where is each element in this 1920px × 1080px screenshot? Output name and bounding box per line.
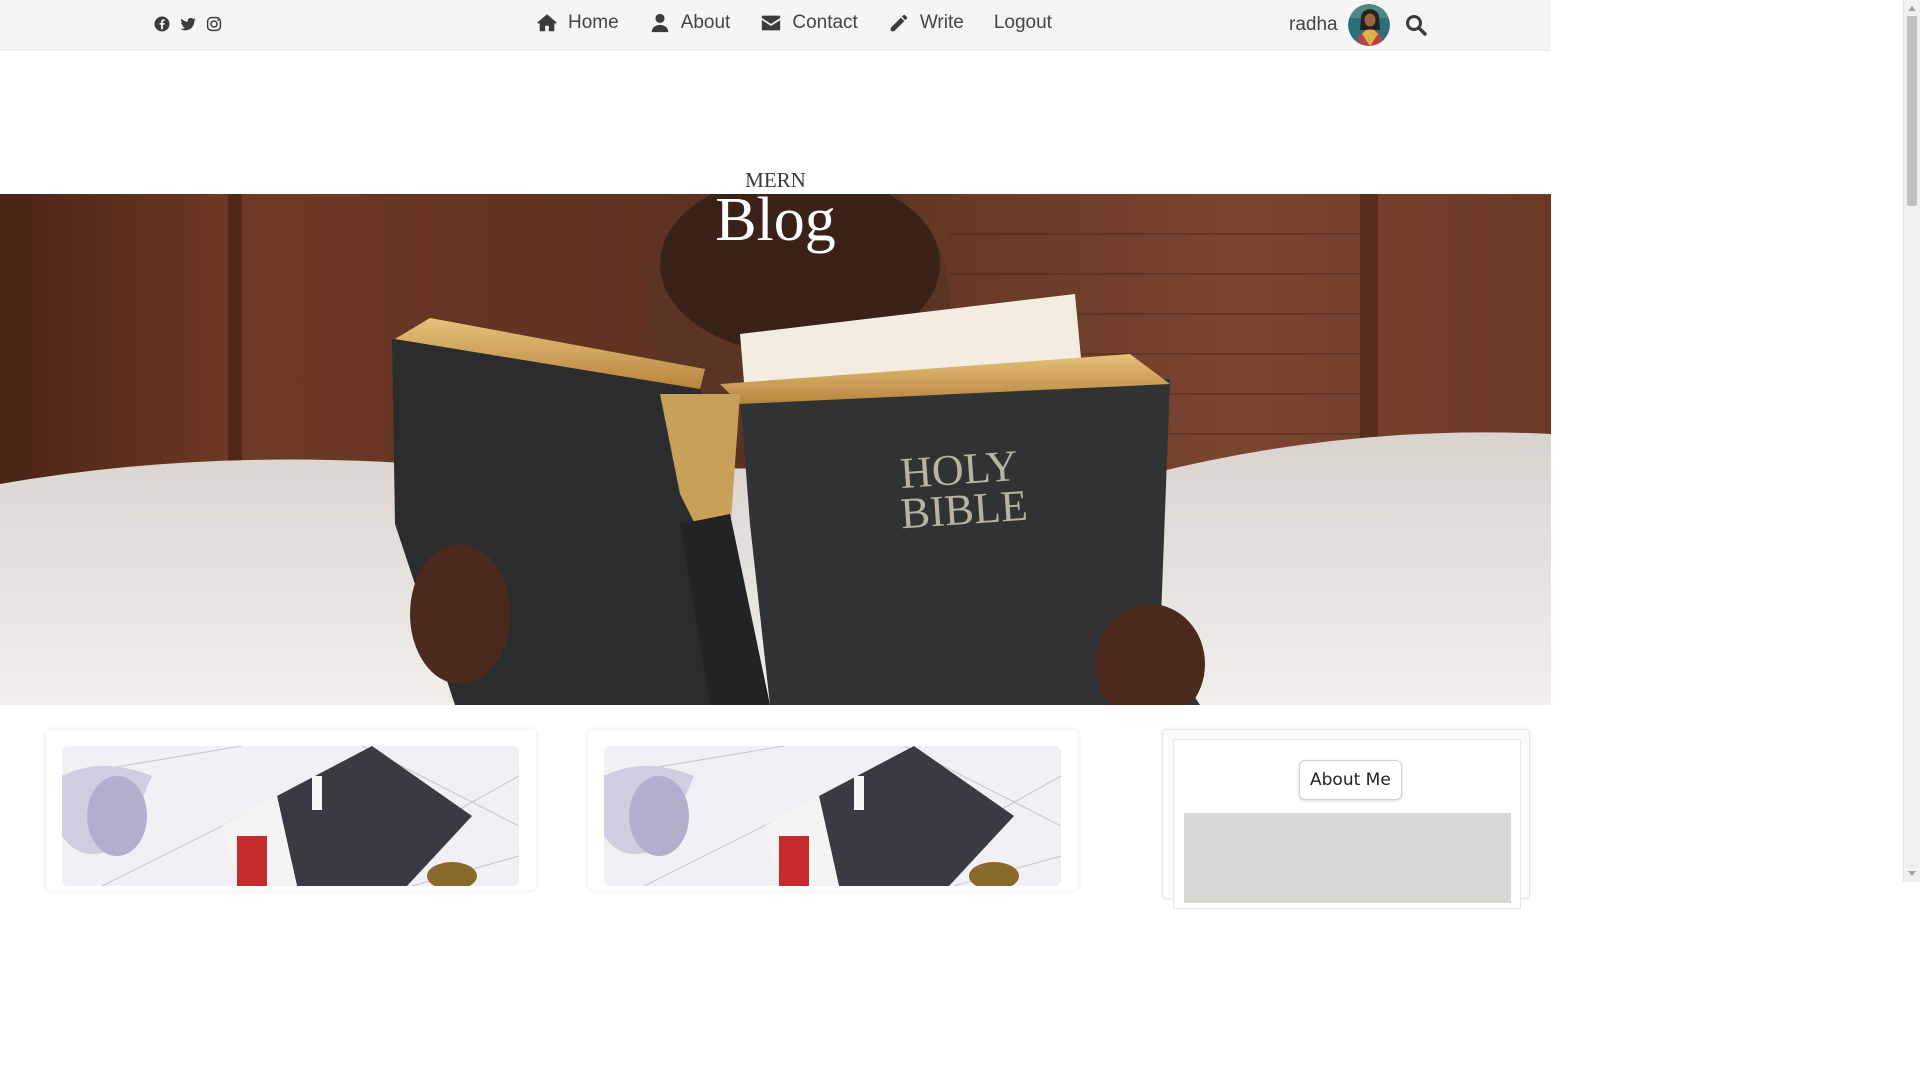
header-image: HOLY BIBLE [0,194,1551,705]
post-image[interactable] [62,746,519,886]
sidebar-about-section: About Me [1173,739,1521,909]
social-links [153,15,223,33]
nav-home-label: Home [568,12,619,33]
facebook-icon[interactable] [153,15,171,33]
search-icon[interactable] [1404,13,1428,37]
post-image[interactable] [604,746,1061,886]
nav-write[interactable]: Write [888,12,964,34]
nav-contact[interactable]: Contact [760,12,858,34]
nav-write-label: Write [919,12,964,33]
header-titles: MERN Blog [0,168,1551,254]
pencil-icon [890,14,908,32]
user-icon [651,13,668,33]
envelope-icon [762,15,781,31]
book-title-line2: BIBLE [899,481,1029,539]
nav-logout-label: Logout [993,12,1052,33]
scroll-thumb[interactable] [1907,16,1917,206]
house-photo [62,746,519,886]
post-card[interactable] [46,730,536,890]
nav-contact-label: Contact [792,12,858,33]
twitter-icon[interactable] [179,15,197,33]
sidebar: About Me [1162,729,1530,909]
hero-photo: HOLY BIBLE [0,194,1551,705]
nav-about[interactable]: About [649,12,731,34]
username[interactable]: radha [1289,14,1338,36]
main-nav: Home About Contact Write Logout [536,12,1052,34]
scroll-up-arrow[interactable] [1908,6,1916,11]
nav-logout[interactable]: Logout [994,12,1052,34]
sidebar-about-image [1184,813,1511,903]
top-navbar: Home About Contact Write Logout radha [0,0,1551,51]
house-photo [604,746,1061,886]
nav-home[interactable]: Home [536,12,619,34]
post-card[interactable] [588,730,1078,890]
home-icon [537,14,557,32]
avatar[interactable] [1347,4,1390,46]
sidebar-about-title: About Me [1299,760,1402,800]
instagram-icon[interactable] [205,15,223,33]
nav-about-label: About [680,12,731,33]
user-area: radha [1289,4,1428,46]
page-scrollbar[interactable] [1903,0,1920,882]
scroll-down-arrow[interactable] [1908,871,1916,876]
header-title-large: Blog [715,186,836,254]
